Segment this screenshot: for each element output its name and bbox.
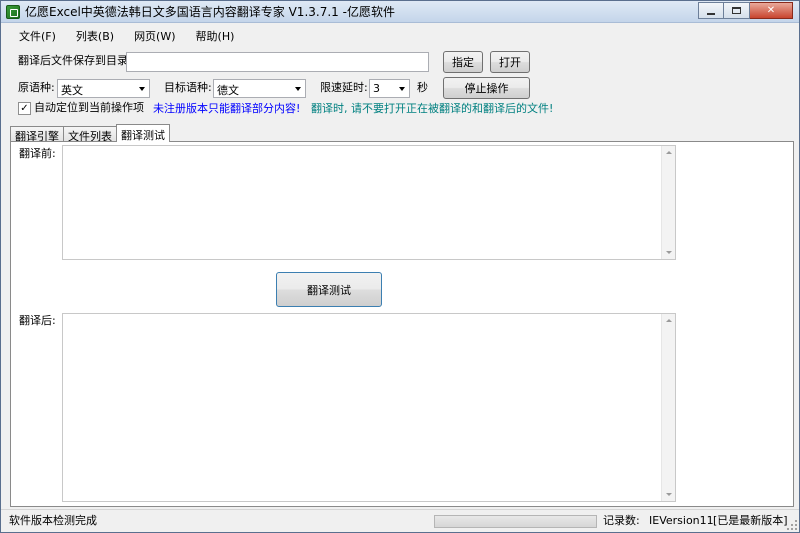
source-lang-select[interactable]: 英文 (57, 79, 150, 98)
scroll-down-icon (666, 493, 672, 496)
progress-bar (434, 515, 597, 528)
target-lang-value: 德文 (217, 84, 239, 97)
auto-locate-checkbox[interactable]: ✓ (18, 102, 31, 115)
menu-bar: 文件(F) 列表(B) 网页(W) 帮助(H) (1, 25, 799, 45)
save-dir-input[interactable] (126, 52, 429, 72)
delay-value: 3 (373, 82, 380, 95)
after-textarea[interactable] (62, 313, 676, 502)
version-status: [已是最新版本] (713, 514, 788, 527)
tab-file-list[interactable]: 文件列表 (63, 126, 117, 143)
chevron-down-icon (394, 80, 409, 97)
maximize-button[interactable] (724, 2, 750, 19)
warning-note: 翻译时, 请不要打开正在被翻译的和翻译后的文件! (311, 102, 554, 115)
scroll-down-icon (666, 251, 672, 254)
before-label: 翻译前: (19, 147, 56, 160)
scroll-up-icon (666, 319, 672, 322)
maximize-icon (732, 7, 741, 14)
source-lang-label: 原语种: (18, 81, 55, 94)
chevron-down-icon (290, 80, 305, 97)
tab-strip: 翻译引擎 文件列表 翻译测试 (10, 124, 170, 143)
tab-translate-test[interactable]: 翻译测试 (116, 124, 170, 142)
tab-engine[interactable]: 翻译引擎 (10, 126, 64, 143)
close-icon: ✕ (766, 4, 776, 16)
menu-list[interactable]: 列表(B) (66, 25, 124, 45)
scroll-up-icon (666, 151, 672, 154)
close-button[interactable]: ✕ (750, 2, 793, 19)
after-scrollbar[interactable] (661, 314, 675, 501)
open-dir-button[interactable]: 打开 (490, 51, 530, 73)
specify-dir-label: 指定 (452, 56, 474, 69)
window-controls: ✕ (698, 2, 793, 19)
status-bar: 软件版本检测完成 记录数: IEVersion11 [已是最新版本] (1, 509, 799, 532)
translate-test-button-label: 翻译测试 (307, 283, 351, 297)
save-dir-label: 翻译后文件保存到目录: (18, 54, 132, 67)
title-bar: 亿愿Excel中英德法韩日文多国语言内容翻译专家 V1.3.7.1 -亿愿软件 … (1, 1, 799, 23)
translate-test-button[interactable]: 翻译测试 (276, 272, 382, 307)
minimize-icon (707, 12, 715, 15)
auto-locate-label: 自动定位到当前操作项 (34, 101, 144, 114)
source-lang-value: 英文 (61, 84, 83, 97)
status-message: 软件版本检测完成 (9, 514, 97, 527)
specify-dir-button[interactable]: 指定 (443, 51, 483, 73)
translate-test-panel: 翻译前: 翻译测试 翻译后: (10, 141, 794, 507)
checkmark-icon: ✓ (20, 103, 29, 114)
chevron-down-icon (134, 80, 149, 97)
delay-select[interactable]: 3 (369, 79, 410, 98)
menu-help[interactable]: 帮助(H) (186, 25, 245, 45)
after-label: 翻译后: (19, 314, 56, 327)
before-textarea[interactable] (62, 145, 676, 260)
menu-file[interactable]: 文件(F) (9, 25, 66, 45)
before-scrollbar[interactable] (661, 146, 675, 259)
target-lang-label: 目标语种: (164, 81, 212, 94)
menu-web[interactable]: 网页(W) (124, 25, 185, 45)
unregistered-note: 未注册版本只能翻译部分内容! (153, 102, 301, 115)
target-lang-select[interactable]: 德文 (213, 79, 306, 98)
resize-grip-icon[interactable] (787, 520, 797, 530)
ie-version: IEVersion11 (649, 514, 714, 527)
main-window: 亿愿Excel中英德法韩日文多国语言内容翻译专家 V1.3.7.1 -亿愿软件 … (0, 0, 800, 533)
window-title: 亿愿Excel中英德法韩日文多国语言内容翻译专家 V1.3.7.1 -亿愿软件 (25, 5, 395, 19)
minimize-button[interactable] (698, 2, 724, 19)
stop-button[interactable]: 停止操作 (443, 77, 530, 99)
open-dir-label: 打开 (499, 56, 521, 69)
delay-label: 限速延时: (320, 81, 368, 94)
stop-button-label: 停止操作 (464, 82, 509, 95)
delay-unit: 秒 (417, 81, 428, 94)
records-label: 记录数: (603, 514, 640, 527)
app-icon (6, 5, 20, 19)
